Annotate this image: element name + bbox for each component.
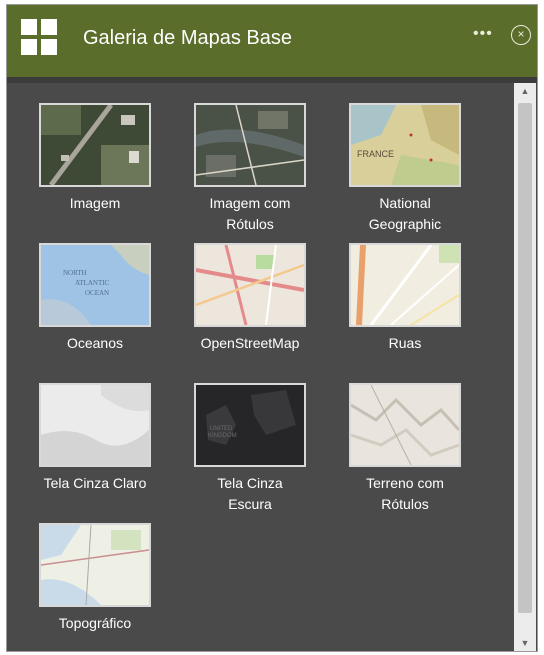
osm-thumbnail — [194, 243, 306, 327]
natgeo-thumbnail: FRANCE — [349, 103, 461, 187]
basemap-label: Topográfico — [58, 615, 132, 631]
oceans-thumbnail: NORTH ATLANTIC OCEAN — [39, 243, 151, 327]
basemap-item-terreno-com-rotulos[interactable]: Terreno com Rótulos — [330, 383, 480, 515]
basemap-item-tela-cinza-claro[interactable]: Tela Cinza Claro — [20, 383, 170, 494]
more-options-icon[interactable]: ••• — [473, 25, 493, 43]
svg-text:UNITED: UNITED — [210, 426, 233, 432]
scrollbar-thumb[interactable] — [518, 103, 532, 613]
svg-text:ATLANTIC: ATLANTIC — [75, 279, 110, 287]
basemap-label: Terreno com Rótulos — [366, 475, 444, 512]
basemap-item-openstreetmap[interactable]: OpenStreetMap — [175, 243, 325, 354]
svg-text:KINGDOM: KINGDOM — [208, 433, 237, 439]
topographic-thumbnail — [39, 523, 151, 607]
svg-text:NORTH: NORTH — [63, 269, 87, 277]
basemap-label: OpenStreetMap — [200, 335, 300, 351]
basemap-gallery-panel: Galeria de Mapas Base ••• × Imagem Image… — [6, 4, 538, 652]
basemap-label: National Geographic — [368, 195, 442, 232]
vertical-scrollbar[interactable]: ▲ ▼ — [514, 83, 536, 651]
panel-header: Galeria de Mapas Base ••• × — [7, 5, 537, 77]
basemap-item-imagem[interactable]: Imagem — [20, 103, 170, 214]
imagery-labels-thumbnail — [194, 103, 306, 187]
scroll-up-arrow-icon[interactable]: ▲ — [514, 83, 536, 99]
svg-text:OCEAN: OCEAN — [85, 289, 109, 297]
basemap-item-tela-cinza-escura[interactable]: UNITED KINGDOM Tela Cinza Escura — [175, 383, 325, 515]
basemap-label: Oceanos — [66, 335, 124, 351]
basemap-grid: Imagem Imagem com Rótulos FRANCE Nationa… — [7, 83, 515, 651]
light-gray-thumbnail — [39, 383, 151, 467]
dark-gray-thumbnail: UNITED KINGDOM — [194, 383, 306, 467]
natgeo-map-label: FRANCE — [357, 149, 394, 159]
basemap-item-ruas[interactable]: Ruas — [330, 243, 480, 354]
basemap-label: Imagem com Rótulos — [209, 195, 291, 232]
terrain-thumbnail — [349, 383, 461, 467]
imagery-thumbnail — [39, 103, 151, 187]
basemap-label: Tela Cinza Claro — [43, 475, 147, 491]
basemap-label: Ruas — [388, 335, 422, 351]
basemap-item-topografico[interactable]: Topográfico — [20, 523, 170, 634]
streets-thumbnail — [349, 243, 461, 327]
scroll-down-arrow-icon[interactable]: ▼ — [514, 635, 536, 651]
basemap-item-oceanos[interactable]: NORTH ATLANTIC OCEAN Oceanos — [20, 243, 170, 354]
basemap-item-imagem-com-rotulos[interactable]: Imagem com Rótulos — [175, 103, 325, 235]
grid-icon — [21, 19, 59, 57]
panel-title: Galeria de Mapas Base — [83, 27, 293, 49]
basemap-label: Imagem — [69, 195, 121, 211]
basemap-label: Tela Cinza Escura — [217, 475, 283, 512]
basemap-item-national-geographic[interactable]: FRANCE National Geographic — [330, 103, 480, 235]
close-icon[interactable]: × — [511, 25, 531, 45]
